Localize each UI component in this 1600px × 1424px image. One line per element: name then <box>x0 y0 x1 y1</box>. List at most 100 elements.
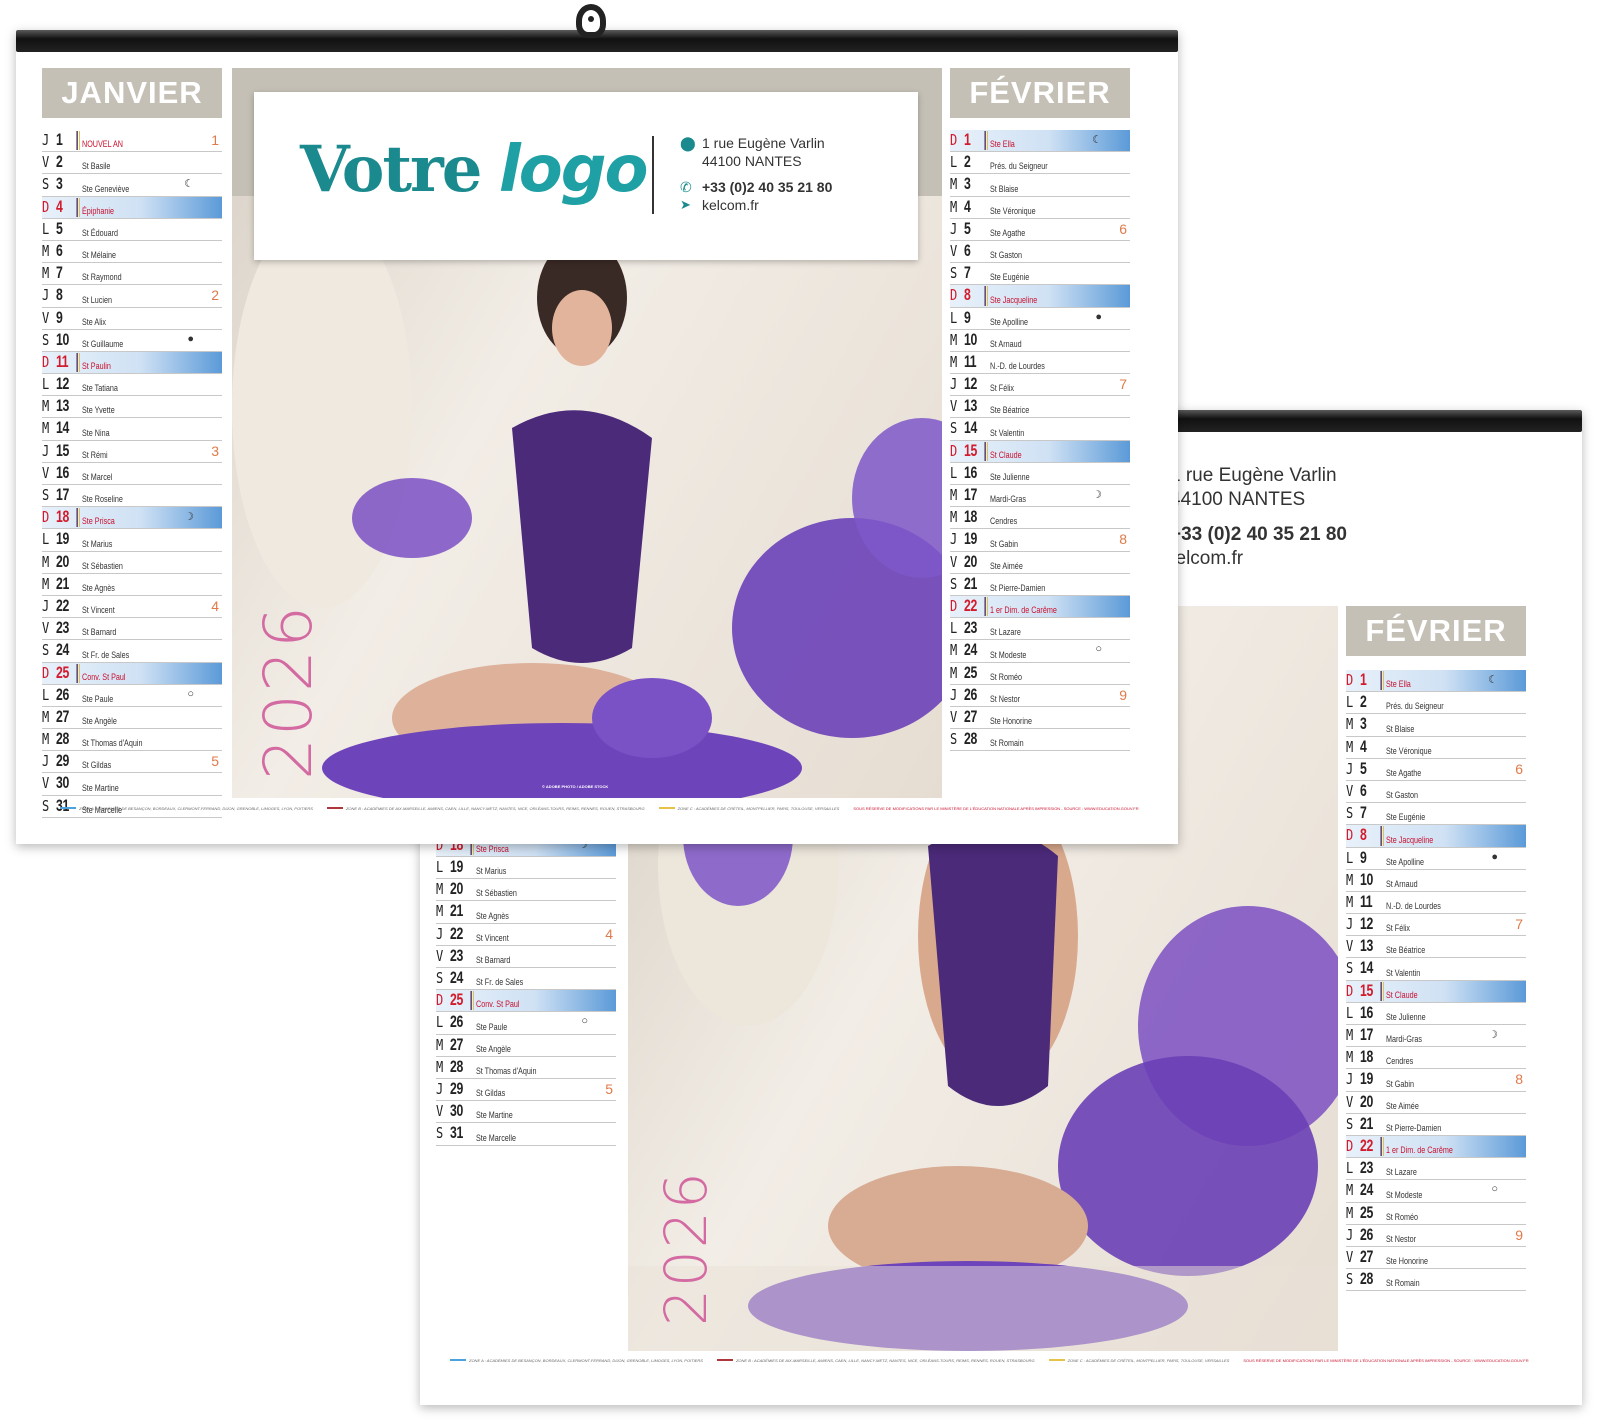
day-number: 9 <box>1360 847 1367 867</box>
saint-name: St Modeste <box>1386 1189 1423 1200</box>
school-zone-markers <box>76 175 79 194</box>
day-number: 16 <box>964 462 977 482</box>
zone-c-swatch <box>1048 1359 1065 1361</box>
day-row: M 10 St Arnaud <box>950 330 1130 352</box>
cursor-icon: ➤ <box>680 197 691 212</box>
day-letter: M <box>42 707 50 726</box>
zone-c-text: ZONE C : ACADÉMIES DE CRÉTEIL, MONTPELLI… <box>1067 1357 1230 1363</box>
school-zone-markers <box>984 575 987 594</box>
day-number: 13 <box>56 396 69 416</box>
day-row: D 1 Ste Ella ☾ <box>950 130 1130 153</box>
day-row: D 15 St Claude <box>1346 980 1526 1003</box>
school-zone-markers <box>1380 959 1383 978</box>
day-letter: L <box>950 463 958 482</box>
saint-name: St Édouard <box>82 227 119 238</box>
day-letter: J <box>42 286 50 305</box>
day-row: D 18 Ste Prisca ☽ <box>42 507 222 530</box>
school-zone-markers <box>470 858 473 877</box>
saint-name: Conv. St Paul <box>82 671 126 682</box>
school-zone-markers <box>76 220 79 239</box>
week-number: 4 <box>605 925 613 942</box>
saint-name: Conv. St Paul <box>476 999 520 1010</box>
day-number: 18 <box>56 507 69 527</box>
moon-phase-icon: ● <box>1491 850 1498 863</box>
day-letter: V <box>950 241 958 260</box>
moon-phase-icon: ☽ <box>184 511 194 524</box>
day-letter: J <box>1346 915 1354 934</box>
school-zone-markers <box>1380 937 1383 956</box>
saint-name: N.-D. de Lourdes <box>1386 901 1441 912</box>
day-number: 11 <box>56 351 69 371</box>
day-number: 6 <box>964 240 971 260</box>
day-letter: M <box>950 663 958 682</box>
day-letter: V <box>42 153 50 172</box>
school-zone-markers <box>984 419 987 438</box>
day-letter: D <box>436 991 444 1010</box>
school-zone-markers <box>1380 871 1383 890</box>
day-row: J8 St Lucien 2 <box>42 285 222 308</box>
day-letter: M <box>1346 1026 1354 1044</box>
day-row: M 25 St Roméo <box>1346 1203 1526 1225</box>
saint-name: St Thomas d'Aquin <box>82 738 143 749</box>
school-zone-markers <box>76 708 79 727</box>
week-number: 7 <box>1119 376 1127 393</box>
saint-name: Prés. du Seigneur <box>990 161 1048 172</box>
day-number: 10 <box>1360 869 1373 889</box>
day-number: 19 <box>56 529 69 549</box>
day-number: 21 <box>450 901 463 921</box>
logo-card: Votre logo ⬤ 1 rue Eugène Varlin 44100 N… <box>254 92 918 260</box>
school-zone-markers <box>76 508 79 528</box>
day-number: 26 <box>964 684 977 704</box>
day-row: M 24 St Modeste ○ <box>950 640 1130 663</box>
school-zone-markers <box>984 708 987 727</box>
day-row: V9 Ste Alix <box>42 308 222 330</box>
day-number: 23 <box>964 618 977 638</box>
school-zone-markers <box>76 619 79 638</box>
day-letter: M <box>42 241 50 260</box>
saint-name: St Fr. de Sales <box>476 977 524 988</box>
school-zone-markers <box>984 242 987 261</box>
day-number: 4 <box>56 196 63 216</box>
day-row: S 21 St Pierre-Damien <box>950 574 1130 596</box>
day-letter: D <box>950 131 958 149</box>
day-letter: D <box>42 197 50 216</box>
saint-name: Ste Véronique <box>1386 745 1432 756</box>
day-letter: S <box>1346 959 1354 978</box>
day-letter: V <box>42 774 50 793</box>
day-letter: V <box>950 552 958 571</box>
day-letter: L <box>1346 693 1354 712</box>
school-zones-footer: ZONE A : ACADÉMIES DE BESANÇON, BORDEAUX… <box>450 1356 1529 1364</box>
day-row: V 6 St Gaston <box>950 240 1130 264</box>
day-row: J 19 St Gabin 8 <box>950 529 1130 552</box>
day-row: S 10 St Guillaume ● <box>42 330 222 352</box>
day-letter: S <box>950 574 958 593</box>
school-zone-markers <box>76 530 79 549</box>
day-row: V 2 St Basile <box>42 152 222 175</box>
day-number: 15 <box>1360 980 1373 1000</box>
calendar-front-sheet: JANVIER J 1 NOUVEL AN 1 V 2 St Basile S 3 Ste Gen… <box>16 30 1178 844</box>
day-number: 28 <box>1360 1269 1373 1289</box>
month-header-february: FÉVRIER <box>950 68 1130 118</box>
saint-name: St Mélaine <box>82 250 117 261</box>
school-zones-footer: ZONE A : ACADÉMIES DE BESANÇON, BORDEAUX… <box>60 804 1139 812</box>
day-number: 20 <box>56 551 69 571</box>
school-zone-markers <box>984 619 987 638</box>
day-row: J 29 St Gildas 5 <box>436 1078 616 1102</box>
saint-name: Ste Eugénie <box>1386 812 1426 823</box>
day-number: 29 <box>450 1078 463 1098</box>
zone-c-swatch <box>658 807 675 809</box>
day-number: 23 <box>56 618 69 638</box>
saint-name: Ste Eugénie <box>990 272 1030 283</box>
saint-name: Ste Paule <box>82 693 114 704</box>
day-letter: J <box>42 596 50 615</box>
school-zone-markers <box>76 486 79 505</box>
saint-name: Ste Marcelle <box>476 1132 517 1143</box>
day-number: 26 <box>56 684 69 704</box>
day-row: M 28 St Thomas d'Aquin <box>436 1057 616 1079</box>
day-letter: L <box>1346 848 1354 867</box>
day-number: 18 <box>1360 1047 1373 1067</box>
school-zone-markers <box>76 774 79 793</box>
saint-name: Ste Agnès <box>476 910 509 921</box>
day-letter: M <box>1346 892 1354 911</box>
saint-name: St Modeste <box>990 649 1027 660</box>
